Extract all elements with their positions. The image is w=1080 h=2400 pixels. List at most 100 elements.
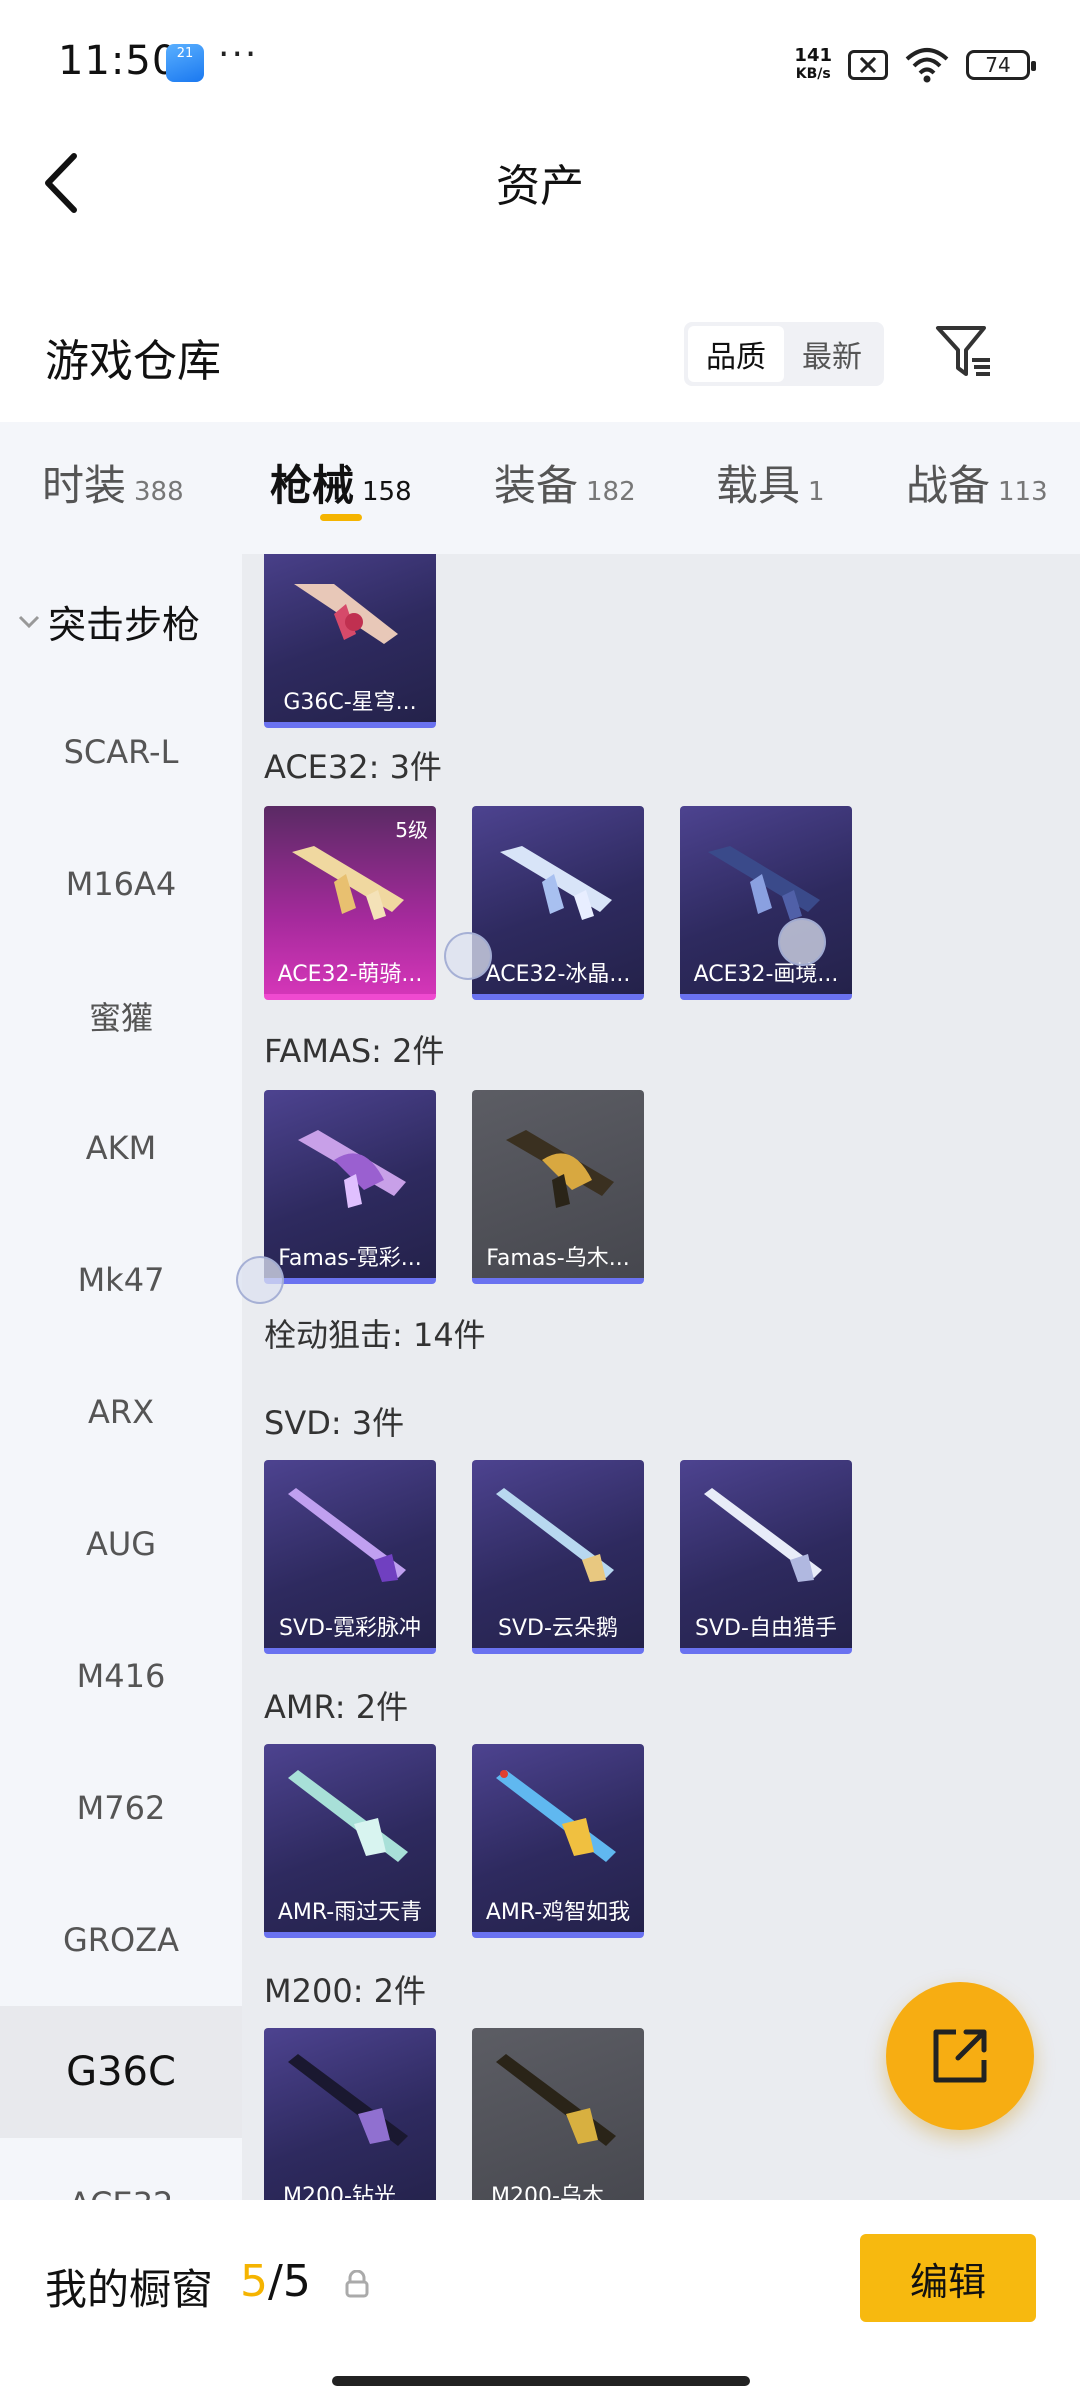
weapon-card-name: SVD-云朵鹅 — [498, 1616, 618, 1641]
weapon-card[interactable]: ACE32-画境... — [680, 806, 852, 1000]
touch-indicator — [236, 1256, 284, 1304]
weapon-card[interactable]: AMR-鸡智如我 — [472, 1744, 644, 1938]
tab-count: 388 — [134, 477, 184, 507]
weapon-card-name: AMR-鸡智如我 — [485, 1900, 631, 1925]
sidebar-item-m16a4[interactable]: M16A4 — [0, 818, 242, 950]
weapon-card-name: Famas-霓彩... — [278, 1246, 422, 1271]
ace32-skin-icon — [292, 846, 404, 920]
no-sim-icon — [848, 50, 888, 80]
sidebar-item-m762[interactable]: M762 — [0, 1742, 242, 1874]
weapon-card[interactable]: Famas-霓彩... — [264, 1090, 436, 1284]
showcase-bar: 我的橱窗 5/5 编辑 — [0, 2200, 1080, 2400]
sort-toggle: 品质 最新 — [684, 322, 884, 386]
weapon-card-name: Famas-乌木... — [486, 1246, 630, 1271]
tab-count: 182 — [586, 477, 636, 507]
svd-skin-icon — [288, 1488, 406, 1582]
tab-count: 113 — [998, 477, 1048, 507]
weapon-card-name: AMR-雨过天青 — [277, 1900, 423, 1925]
sidebar-group-label: 突击步枪 — [48, 603, 201, 647]
showcase-total: 5 — [282, 2256, 311, 2307]
sidebar-item-scar-l[interactable]: SCAR-L — [0, 686, 242, 818]
weapon-card[interactable]: Famas-乌木... — [472, 1090, 644, 1284]
sidebar-item-g36c[interactable]: G36C — [0, 2006, 242, 2138]
amr-skin-icon — [496, 1770, 616, 1862]
showcase-label: 我的橱窗 — [45, 2265, 214, 2314]
sidebar-item-mk47[interactable]: Mk47 — [0, 1214, 242, 1346]
tab-supplies[interactable]: 战备 113 — [906, 452, 1048, 513]
category-label-bolt-sniper: 栓动狙击: 14件 — [264, 1316, 486, 1354]
sidebar-item-honey-badger[interactable]: 蜜獾 — [0, 950, 242, 1082]
weapon-card-name: M200-钻光... — [283, 2184, 417, 2200]
network-speed: 141 KB/s — [794, 47, 832, 83]
network-speed-unit: KB/s — [795, 66, 831, 82]
active-tab-indicator — [320, 514, 362, 521]
status-bar: 11:50 21 ··· 141 KB/s 74 — [0, 0, 1080, 130]
svd-skin-icon — [704, 1488, 822, 1582]
tab-vehicles[interactable]: 载具 1 — [716, 452, 825, 513]
sort-quality-option[interactable]: 品质 — [688, 326, 784, 382]
sidebar-item-akm[interactable]: AKM — [0, 1082, 242, 1214]
group-label-m200: M200: 2件 — [264, 1972, 427, 2010]
weapon-card[interactable]: M200-钻光... — [264, 2028, 436, 2200]
sidebar-item-groza[interactable]: GROZA — [0, 1874, 242, 2006]
share-icon — [933, 2029, 987, 2083]
sidebar-item-m416[interactable]: M416 — [0, 1610, 242, 1742]
famas-skin-icon — [298, 1130, 406, 1208]
share-button[interactable] — [886, 1982, 1034, 2130]
showcase-separator: / — [268, 2256, 283, 2307]
weapon-sidebar: 突击步枪 SCAR-L M16A4 蜜獾 AKM Mk47 ARX AUG M4… — [0, 554, 242, 2200]
tab-label: 时装 — [42, 461, 127, 510]
weapon-card-name: ACE32-冰晶... — [485, 962, 631, 987]
page-title: 资产 — [496, 161, 584, 212]
famas-skin-icon — [506, 1130, 614, 1208]
weapon-card-name: SVD-霓彩脉冲 — [279, 1616, 421, 1641]
weapon-card[interactable]: SVD-霓彩脉冲 — [264, 1460, 436, 1654]
touch-indicator — [778, 918, 826, 966]
weapon-card-name: SVD-自由猎手 — [695, 1616, 837, 1641]
sidebar-item-aug[interactable]: AUG — [0, 1478, 242, 1610]
group-label-ace32: ACE32: 3件 — [264, 748, 442, 786]
wifi-icon — [905, 48, 949, 83]
filter-icon[interactable] — [934, 322, 994, 382]
sidebar-group-assault-rifles[interactable]: 突击步枪 — [18, 594, 200, 649]
weapon-card-name: ACE32-画境... — [693, 962, 839, 987]
tab-fashion[interactable]: 时装 388 — [42, 452, 184, 513]
ace32-skin-icon — [500, 846, 612, 920]
tab-label: 载具 — [716, 461, 801, 510]
weapon-card[interactable]: AMR-雨过天青 — [264, 1744, 436, 1938]
status-indicators: 141 KB/s 74 — [794, 40, 1036, 90]
notification-app-icon: 21 — [166, 44, 204, 82]
weapon-card[interactable]: G36C-星穹... — [264, 554, 436, 728]
weapon-card[interactable]: SVD-自由猎手 — [680, 1460, 852, 1654]
status-time: 11:50 — [58, 38, 179, 84]
home-indicator[interactable] — [332, 2376, 750, 2386]
weapon-card-name: ACE32-萌骑... — [277, 962, 423, 987]
tab-guns[interactable]: 枪械 158 — [270, 452, 412, 513]
category-tabs: 时装 388 枪械 158 装备 182 载具 1 战备 113 — [0, 422, 1080, 554]
showcase-current: 5 — [240, 2256, 268, 2307]
section-title: 游戏仓库 — [45, 336, 221, 387]
weapon-card-name: G36C-星穹... — [283, 690, 417, 715]
svd-skin-icon — [496, 1488, 614, 1582]
network-speed-value: 141 — [794, 45, 832, 66]
tab-equipment[interactable]: 装备 182 — [494, 452, 636, 513]
g36c-skin-icon — [294, 584, 398, 644]
more-notifications-icon: ··· — [218, 34, 259, 75]
weapon-card[interactable]: M200-乌木... — [472, 2028, 644, 2200]
showcase-count: 5/5 — [240, 2256, 311, 2307]
sidebar-item-arx[interactable]: ARX — [0, 1346, 242, 1478]
sort-latest-option[interactable]: 最新 — [784, 326, 880, 382]
amr-skin-icon — [288, 1770, 408, 1862]
weapon-card[interactable]: 5级 ACE32-萌骑... — [264, 806, 436, 1000]
chevron-down-icon — [18, 615, 40, 628]
lock-icon — [345, 2270, 369, 2298]
weapon-card[interactable]: SVD-云朵鹅 — [472, 1460, 644, 1654]
weapon-card[interactable]: ACE32-冰晶... — [472, 806, 644, 1000]
m200-skin-icon — [496, 2054, 616, 2146]
touch-indicator — [444, 932, 492, 980]
m200-skin-icon — [288, 2054, 408, 2146]
edit-button[interactable]: 编辑 — [860, 2234, 1036, 2322]
tab-label: 战备 — [906, 461, 991, 510]
sidebar-item-ace32[interactable]: ACE32 — [0, 2138, 242, 2200]
weapon-card-name: M200-乌木... — [491, 2184, 625, 2200]
